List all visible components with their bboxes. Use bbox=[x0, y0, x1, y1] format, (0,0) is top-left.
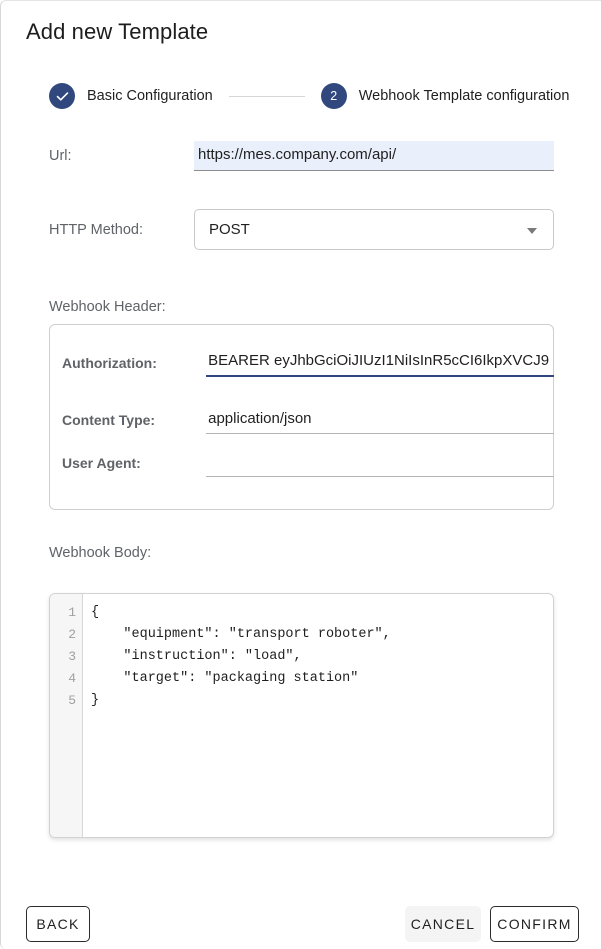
chevron-down-icon bbox=[527, 227, 537, 234]
cancel-button[interactable]: CANCEL bbox=[405, 906, 481, 942]
authorization-input[interactable] bbox=[206, 349, 554, 375]
step-number-label: 2 bbox=[330, 88, 338, 103]
url-input-wrapper[interactable] bbox=[194, 141, 554, 171]
authorization-label: Authorization: bbox=[62, 355, 157, 371]
content-type-input[interactable] bbox=[206, 406, 554, 433]
user-agent-label: User Agent: bbox=[62, 455, 141, 471]
stepper-step-webhook-template-configuration[interactable]: 2 Webhook Template configuration bbox=[320, 83, 570, 109]
url-field-row: Url: bbox=[49, 141, 554, 171]
confirm-button[interactable]: CONFIRM bbox=[490, 906, 579, 942]
content-type-label: Content Type: bbox=[62, 412, 156, 428]
line-number: 3 bbox=[68, 649, 76, 664]
http-method-label: HTTP Method: bbox=[49, 221, 144, 238]
webhook-body-section-label: Webhook Body: bbox=[49, 545, 152, 561]
line-number: 1 bbox=[68, 605, 76, 620]
authorization-field-row: Authorization: bbox=[62, 349, 554, 377]
http-method-field-row: HTTP Method: POST bbox=[49, 209, 554, 250]
user-agent-field-row: User Agent: bbox=[62, 449, 554, 477]
content-type-field-row: Content Type: bbox=[62, 406, 554, 434]
add-template-dialog: Add new Template Basic Configuration 2 W… bbox=[0, 0, 601, 949]
user-agent-input-wrapper[interactable] bbox=[206, 449, 554, 477]
http-method-select[interactable]: POST bbox=[194, 209, 554, 250]
webhook-header-section-label: Webhook Header: bbox=[49, 299, 166, 315]
stepper-step-basic-configuration[interactable]: Basic Configuration bbox=[49, 83, 213, 109]
webhook-header-card: Authorization: Content Type: User Agent: bbox=[49, 324, 554, 510]
stepper: Basic Configuration 2 Webhook Template c… bbox=[49, 83, 569, 109]
line-number: 4 bbox=[68, 671, 76, 686]
stepper-connector bbox=[228, 95, 305, 97]
step-number-badge: 2 bbox=[320, 83, 347, 109]
stepper-step-label: Basic Configuration bbox=[87, 88, 213, 104]
user-agent-input[interactable] bbox=[206, 449, 554, 476]
editor-line-number-gutter: 1 2 3 4 5 bbox=[50, 594, 83, 837]
authorization-input-wrapper[interactable] bbox=[206, 349, 554, 377]
http-method-selected-value: POST bbox=[209, 221, 250, 238]
stepper-step-label: Webhook Template configuration bbox=[358, 88, 570, 104]
webhook-body-code-editor[interactable]: 1 2 3 4 5 { "equipment": "transport robo… bbox=[49, 593, 554, 838]
line-number: 2 bbox=[68, 627, 76, 642]
content-type-input-wrapper[interactable] bbox=[206, 406, 554, 434]
back-button[interactable]: BACK bbox=[26, 906, 90, 942]
check-icon bbox=[49, 83, 75, 109]
editor-code-content[interactable]: { "equipment": "transport roboter", "ins… bbox=[83, 594, 553, 837]
url-input[interactable] bbox=[194, 141, 554, 170]
page-title: Add new Template bbox=[26, 19, 209, 44]
url-label: Url: bbox=[49, 148, 72, 164]
line-number: 5 bbox=[68, 693, 76, 708]
